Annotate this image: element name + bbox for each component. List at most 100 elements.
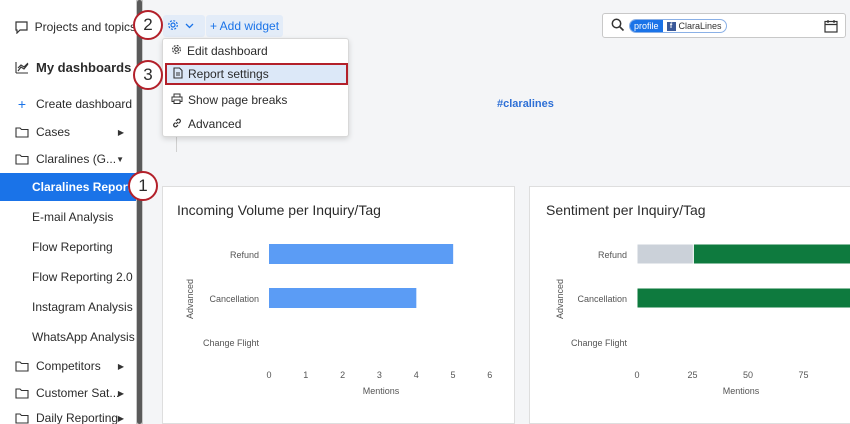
sidebar-my-dashboards[interactable]: My dashboards: [0, 57, 136, 77]
sidebar-item-label: Flow Reporting: [32, 240, 113, 254]
gear-icon: [171, 44, 182, 58]
category-label: Refund: [230, 250, 259, 260]
profile-filter-chip[interactable]: profile f ClaraLines: [629, 19, 727, 33]
x-tick-label: 0: [266, 370, 271, 380]
category-label: Refund: [598, 250, 627, 260]
chevron-right-icon[interactable]: ▶: [118, 414, 124, 423]
incoming-volume-chart: Advanced Refund Cancellation Change Flight 0…: [185, 244, 492, 396]
sidebar-item-label: Competitors: [36, 359, 101, 373]
x-tick-label: 3: [377, 370, 382, 380]
menu-item-label: Advanced: [188, 117, 242, 131]
sidebar-item-label: Projects and topics: [34, 20, 136, 34]
x-tick-label: 4: [414, 370, 419, 380]
category-label: Change Flight: [203, 338, 260, 348]
folder-icon: [14, 151, 30, 167]
x-tick-label: 1: [303, 370, 308, 380]
sidebar: Projects and topics My dashboards + Crea…: [0, 0, 149, 424]
chat-bubble-icon: [14, 19, 29, 35]
sidebar-item-projects[interactable]: Projects and topics: [0, 17, 136, 37]
menu-item-report-settings[interactable]: Report settings: [165, 63, 348, 85]
bar-segment: [692, 243, 850, 265]
sidebar-item-label: WhatsApp Analysis: [32, 330, 135, 344]
sidebar-folder-cases[interactable]: Cases ▶: [0, 123, 136, 141]
chevron-down-icon: [185, 20, 194, 32]
callout-step-1: 1: [128, 171, 158, 201]
printer-icon: [171, 93, 183, 107]
search-icon[interactable]: [611, 18, 625, 37]
x-tick-label: 2: [340, 370, 345, 380]
chip-value-label: ClaraLines: [678, 21, 722, 31]
category-label: Change Flight: [571, 338, 628, 348]
x-tick-label: 50: [743, 370, 753, 380]
menu-item-label: Show page breaks: [188, 93, 288, 107]
sidebar-item-claralines-reporting[interactable]: Claralines Reporting: [0, 173, 149, 201]
widget-incoming-volume[interactable]: Incoming Volume per Inquiry/Tag Advanced…: [162, 186, 515, 424]
callout-step-3: 3: [133, 60, 163, 90]
sidebar-folder-claralines[interactable]: Claralines (G... ▼: [0, 150, 136, 168]
bar: [269, 244, 454, 264]
sidebar-item-label: E-mail Analysis: [32, 210, 114, 224]
sidebar-item-label: Cases: [36, 125, 71, 139]
sentiment-chart: Advanced Refund Cancellation Change Flight 0…: [555, 243, 850, 396]
bar-segment: [636, 243, 694, 265]
sidebar-item-label: Daily Reporting: [36, 411, 119, 424]
sidebar-item-email-analysis[interactable]: E-mail Analysis: [0, 208, 136, 226]
menu-item-label: Edit dashboard: [187, 44, 268, 58]
sidebar-item-label: Customer Sat...: [36, 386, 120, 400]
menu-item-label: Report settings: [188, 67, 269, 81]
x-tick-label: 25: [687, 370, 697, 380]
sidebar-item-flow-reporting-2[interactable]: Flow Reporting 2.0: [0, 268, 136, 286]
chevron-right-icon[interactable]: ▶: [118, 362, 124, 371]
category-label: Cancellation: [209, 294, 259, 304]
dashboard-settings-button[interactable]: [163, 15, 205, 37]
plus-icon: +: [17, 96, 27, 112]
sidebar-item-whatsapp-analysis[interactable]: WhatsApp Analysis: [0, 328, 136, 346]
search-filter-box[interactable]: profile f ClaraLines: [602, 13, 846, 38]
y-axis-label: Advanced: [555, 279, 565, 319]
bar-segment: [636, 287, 850, 309]
folder-icon: [14, 124, 30, 140]
chip-type-label: profile: [630, 20, 663, 32]
x-axis-label: Mentions: [363, 386, 400, 396]
bar: [269, 288, 417, 308]
y-axis-label: Advanced: [185, 279, 195, 319]
menu-item-edit-dashboard[interactable]: Edit dashboard: [163, 40, 348, 62]
sidebar-folder-customer-sat[interactable]: Customer Sat... ▶: [0, 384, 136, 402]
sidebar-item-label: Claralines (G...: [36, 152, 117, 166]
sidebar-folder-daily-reporting[interactable]: Daily Reporting ▶: [0, 409, 136, 424]
menu-item-show-page-breaks[interactable]: Show page breaks: [163, 89, 348, 111]
chevron-down-icon[interactable]: ▼: [116, 155, 124, 164]
x-axis-label: Mentions: [723, 386, 760, 396]
folder-icon: [14, 358, 30, 374]
add-widget-button[interactable]: + Add widget: [206, 15, 283, 37]
facebook-icon: f: [666, 21, 676, 31]
sidebar-item-label: Create dashboard: [36, 97, 133, 111]
create-dashboard-button[interactable]: + Create dashboard: [0, 95, 136, 113]
menu-item-advanced[interactable]: Advanced: [163, 113, 348, 135]
dashboard-icon: [14, 59, 30, 75]
sidebar-item-instagram-analysis[interactable]: Instagram Analysis: [0, 298, 136, 316]
x-tick-label: 0: [634, 370, 639, 380]
widget-sentiment[interactable]: Sentiment per Inquiry/Tag Advanced Refund…: [529, 186, 850, 424]
document-icon: [173, 66, 183, 82]
chevron-right-icon[interactable]: ▶: [118, 389, 124, 398]
callout-step-2: 2: [133, 10, 163, 40]
sidebar-item-label: Instagram Analysis: [32, 300, 133, 314]
dashboard-settings-menu: Edit dashboard Report settings Show page…: [162, 38, 349, 137]
gear-icon: [167, 19, 179, 34]
category-label: Cancellation: [577, 294, 627, 304]
sidebar-item-flow-reporting[interactable]: Flow Reporting: [0, 238, 136, 256]
chevron-right-icon[interactable]: ▶: [118, 128, 124, 137]
sidebar-item-label: My dashboards: [36, 59, 132, 75]
x-tick-label: 6: [487, 370, 492, 380]
chip-value: f ClaraLines: [663, 21, 726, 31]
folder-icon: [14, 410, 30, 424]
folder-icon: [14, 385, 30, 401]
link-icon: [171, 117, 183, 132]
sidebar-folder-competitors[interactable]: Competitors ▶: [0, 357, 136, 375]
calendar-icon[interactable]: [824, 19, 838, 38]
sidebar-item-label: Flow Reporting 2.0: [32, 270, 133, 284]
x-tick-label: 5: [450, 370, 455, 380]
x-tick-label: 75: [798, 370, 808, 380]
hashtag-text: #claralines: [497, 98, 554, 110]
